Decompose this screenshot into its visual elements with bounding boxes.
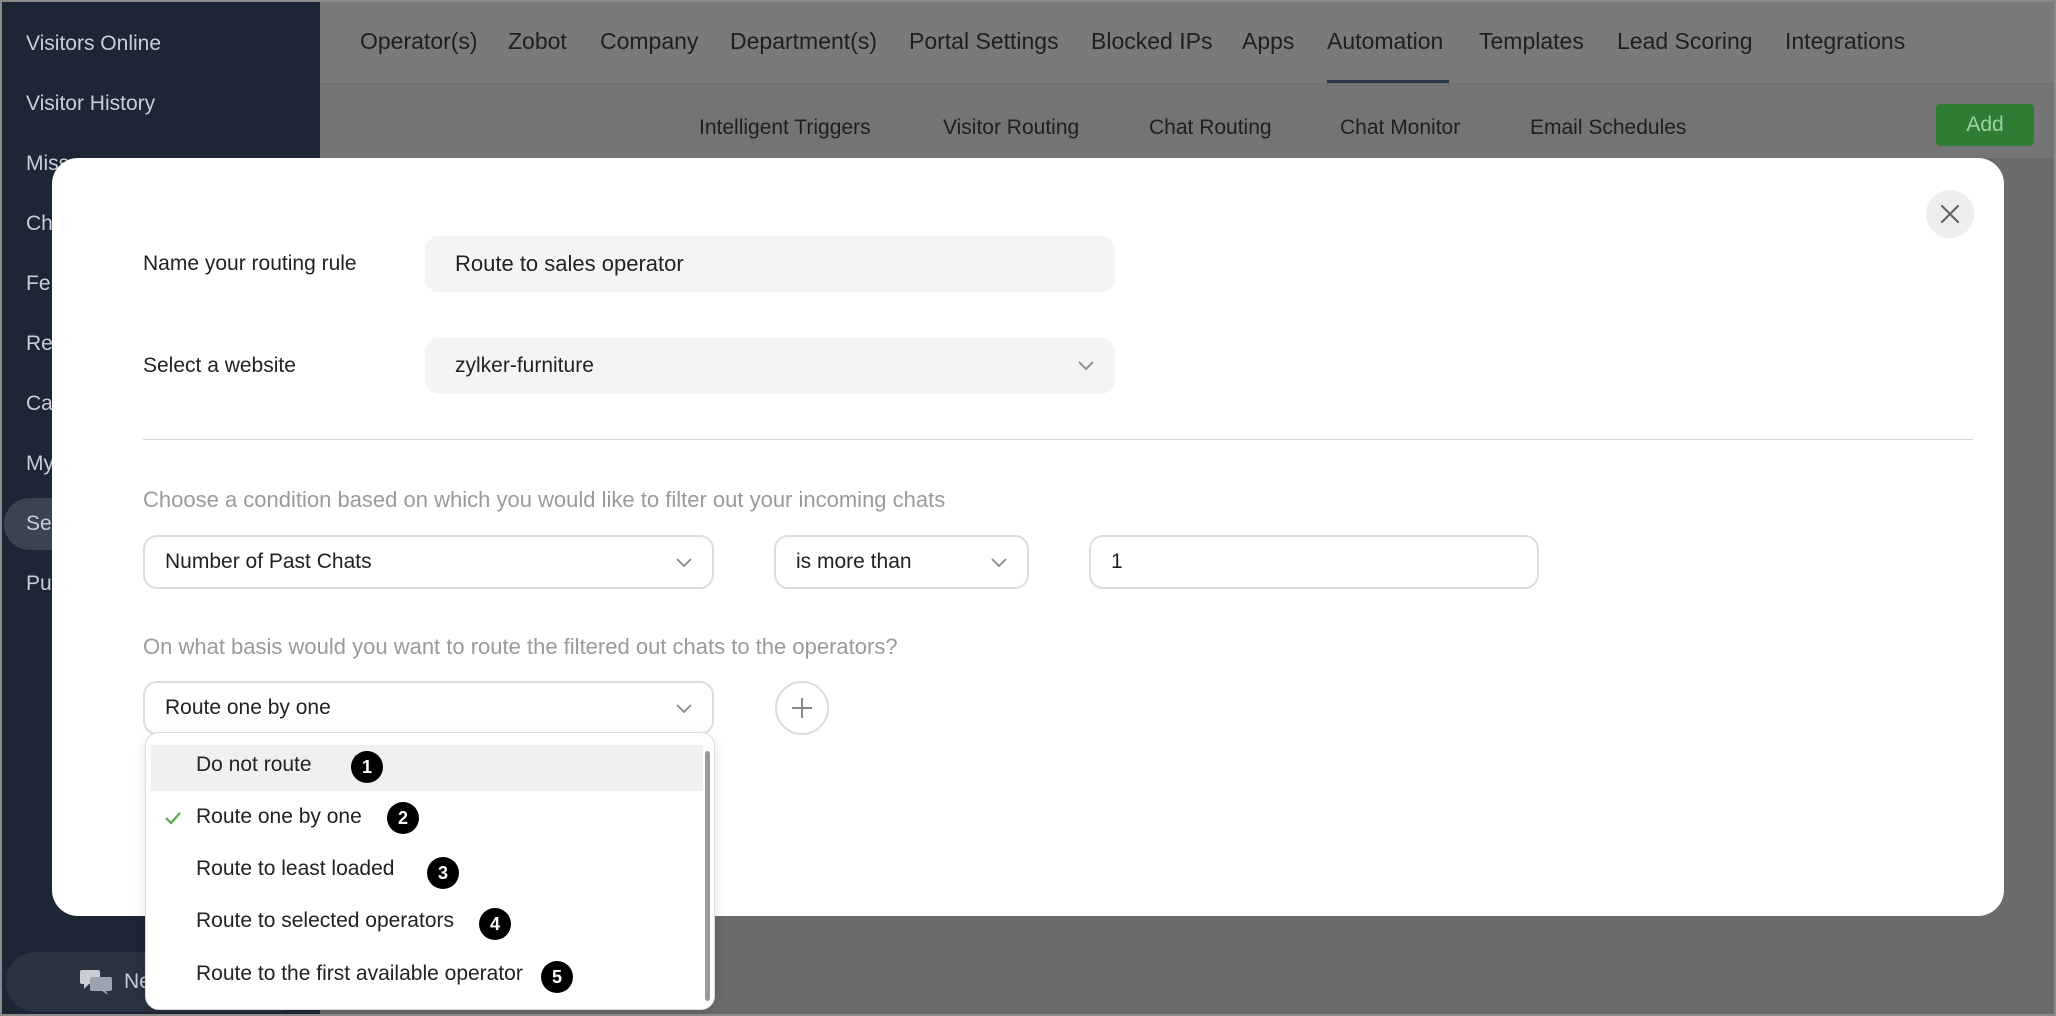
- tab-departments[interactable]: Department(s): [730, 28, 877, 55]
- condition-operator-value: is more than: [796, 550, 912, 573]
- sidebar-item-visitors-online[interactable]: Visitors Online: [26, 32, 161, 56]
- option-badge: 3: [427, 857, 459, 889]
- sub-navigation: Intelligent Triggers Visitor Routing Cha…: [320, 84, 2056, 158]
- website-value: zylker-furniture: [455, 354, 594, 377]
- condition-field-select[interactable]: Number of Past Chats: [143, 535, 714, 589]
- condition-question: Choose a condition based on which you wo…: [143, 487, 946, 512]
- option-badge: 4: [479, 908, 511, 940]
- subtab-visitor-routing[interactable]: Visitor Routing: [943, 116, 1079, 140]
- routing-method-select[interactable]: Route one by one: [143, 681, 714, 735]
- sidebar-item-chats[interactable]: Ch: [26, 212, 53, 236]
- section-divider: [143, 439, 1973, 440]
- active-tab-underline: [1327, 80, 1449, 83]
- condition-operator-select[interactable]: is more than: [774, 535, 1029, 589]
- subtab-chat-monitor[interactable]: Chat Monitor: [1340, 116, 1460, 140]
- tab-apps[interactable]: Apps: [1242, 28, 1294, 55]
- tab-blocked-ips[interactable]: Blocked IPs: [1091, 28, 1212, 55]
- sidebar-item-settings[interactable]: Se: [26, 512, 52, 536]
- subtab-chat-routing[interactable]: Chat Routing: [1149, 116, 1272, 140]
- sidebar-item-feedback[interactable]: Fe: [26, 272, 51, 296]
- condition-value: 1: [1111, 550, 1123, 573]
- tab-operators[interactable]: Operator(s): [360, 28, 478, 55]
- tab-lead-scoring[interactable]: Lead Scoring: [1617, 28, 1753, 55]
- tab-integrations[interactable]: Integrations: [1785, 28, 1905, 55]
- add-button[interactable]: Add: [1936, 104, 2034, 146]
- close-button[interactable]: [1926, 190, 1974, 238]
- rule-name-value: Route to sales operator: [455, 251, 684, 276]
- chevron-down-icon: [676, 704, 692, 714]
- tab-portal-settings[interactable]: Portal Settings: [909, 28, 1059, 55]
- routing-method-value: Route one by one: [165, 696, 331, 719]
- option-label: Route one by one: [196, 805, 362, 828]
- tab-templates[interactable]: Templates: [1479, 28, 1584, 55]
- option-label: Do not route: [196, 753, 312, 776]
- sidebar-item-my[interactable]: My: [26, 452, 54, 476]
- option-label: Route to least loaded: [196, 857, 395, 880]
- condition-field-value: Number of Past Chats: [165, 550, 372, 573]
- chevron-down-icon: [991, 558, 1007, 568]
- plus-icon: [792, 698, 812, 718]
- routing-question: On what basis would you want to route th…: [143, 634, 898, 659]
- chevron-down-icon: [1078, 361, 1094, 371]
- sidebar-item-calls[interactable]: Ca: [26, 392, 53, 416]
- option-label: Route to the first available operator: [196, 962, 523, 985]
- rule-name-label: Name your routing rule: [143, 252, 357, 275]
- option-badge: 1: [351, 751, 383, 783]
- rule-name-input[interactable]: Route to sales operator: [425, 236, 1115, 292]
- top-navigation: Operator(s) Zobot Company Department(s) …: [320, 0, 2056, 84]
- condition-value-input[interactable]: 1: [1089, 535, 1539, 589]
- sidebar-item-visitor-history[interactable]: Visitor History: [26, 92, 155, 116]
- subtab-email-schedules[interactable]: Email Schedules: [1530, 116, 1686, 140]
- website-select[interactable]: zylker-furniture: [425, 338, 1115, 394]
- tab-company[interactable]: Company: [600, 28, 698, 55]
- tab-zobot[interactable]: Zobot: [508, 28, 567, 55]
- option-badge: 2: [387, 802, 419, 834]
- sidebar-item-pu[interactable]: Pu: [26, 572, 52, 596]
- sidebar-item-reports[interactable]: Re: [26, 332, 53, 356]
- chevron-down-icon: [676, 558, 692, 568]
- chat-bubbles-icon: [80, 970, 112, 995]
- check-icon: [165, 812, 181, 825]
- tab-automation[interactable]: Automation: [1327, 28, 1443, 55]
- close-icon: [1940, 204, 1960, 224]
- add-condition-button[interactable]: [775, 681, 829, 735]
- option-badge: 5: [541, 961, 573, 993]
- website-label: Select a website: [143, 354, 296, 377]
- routing-options-dropdown: Do not route 1 Route one by one 2 Route …: [145, 732, 715, 1010]
- dropdown-scrollbar[interactable]: [705, 751, 710, 1001]
- option-label: Route to selected operators: [196, 909, 454, 932]
- subtab-intelligent-triggers[interactable]: Intelligent Triggers: [699, 116, 871, 140]
